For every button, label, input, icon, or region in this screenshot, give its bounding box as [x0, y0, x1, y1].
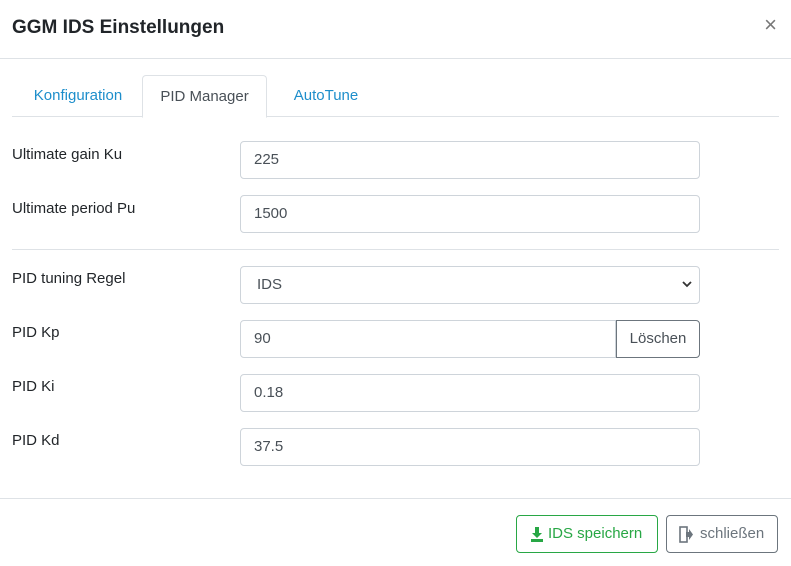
tab-autotune[interactable]: AutoTune — [276, 75, 376, 117]
ki-input[interactable]: 0.18 — [240, 374, 700, 412]
pu-label: Ultimate period Pu — [12, 200, 136, 217]
kd-label: PID Kd — [12, 432, 60, 449]
ku-label: Ultimate gain Ku — [12, 146, 123, 163]
close-icon[interactable]: × — [764, 14, 777, 36]
rule-select[interactable]: IDS — [240, 266, 700, 304]
close-label: schließen — [700, 525, 765, 542]
ki-label: PID Ki — [12, 378, 55, 395]
pu-input[interactable]: 1500 — [240, 195, 700, 233]
rule-select-value: IDS — [257, 276, 283, 293]
modal-header: GGM IDS Einstellungen × — [0, 0, 791, 59]
close-button[interactable]: schließen — [666, 515, 778, 553]
tab-konfiguration[interactable]: Konfiguration — [16, 75, 140, 117]
ku-input[interactable]: 225 — [240, 141, 700, 179]
tab-bar: Konfiguration PID Manager AutoTune — [12, 75, 779, 118]
save-ids-button[interactable]: IDS speichern — [516, 515, 658, 553]
section-divider — [12, 249, 779, 250]
kp-label: PID Kp — [12, 324, 60, 341]
tab-pid-manager[interactable]: PID Manager — [142, 75, 267, 118]
rule-label: PID tuning Regel — [12, 270, 126, 287]
download-icon — [530, 516, 544, 565]
footer-divider — [0, 498, 791, 499]
chevron-down-icon — [681, 267, 693, 317]
kp-input[interactable]: 90 — [240, 320, 616, 358]
modal-title: GGM IDS Einstellungen — [12, 17, 225, 38]
clear-kp-button[interactable]: Löschen — [616, 320, 700, 358]
kd-input[interactable]: 37.5 — [240, 428, 700, 466]
save-ids-label: IDS speichern — [548, 525, 643, 542]
sign-out-icon — [679, 516, 693, 565]
